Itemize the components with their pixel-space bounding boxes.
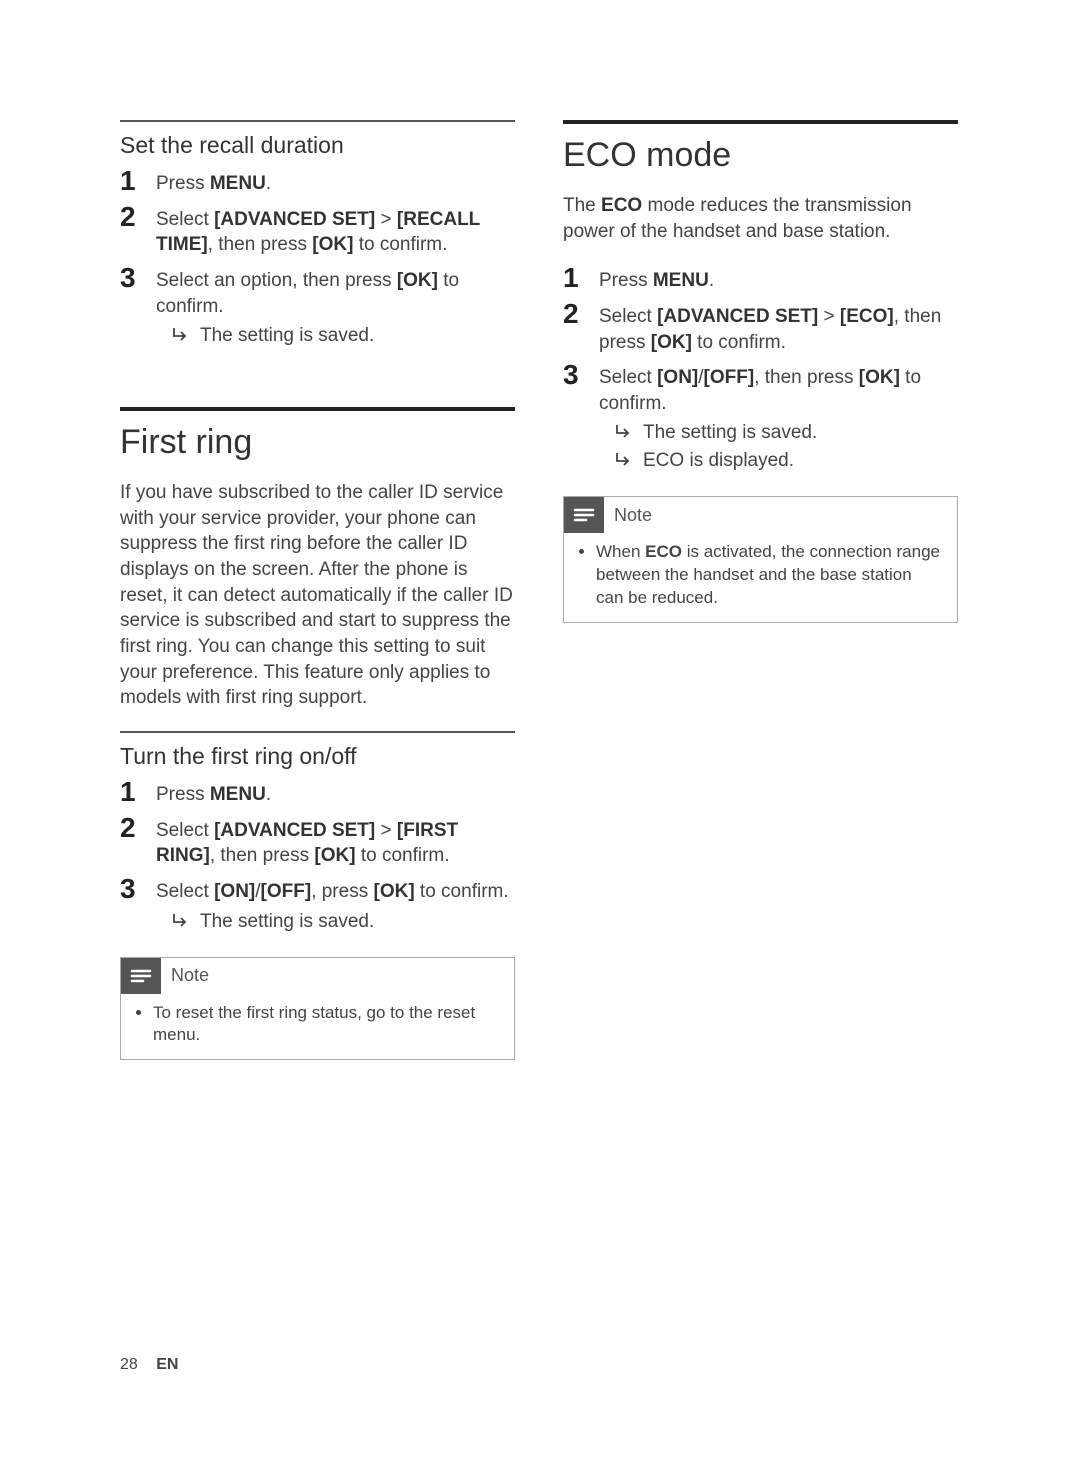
step-row: 2 Select [ADVANCED SET] > [FIRST RING], … — [120, 814, 515, 869]
step-number: 3 — [120, 264, 142, 292]
step-number: 2 — [563, 300, 585, 328]
note-header: Note — [121, 958, 514, 994]
step-text: Select [ON]/[OFF], press [OK] to confirm… — [156, 875, 515, 905]
step-result: The setting is saved. — [172, 325, 515, 347]
step-text: Press MENU. — [156, 167, 515, 197]
step-number: 1 — [120, 167, 142, 195]
step-number: 2 — [120, 814, 142, 842]
manual-page: Set the recall duration 1 Press MENU. 2 … — [0, 0, 1080, 1460]
divider — [120, 407, 515, 411]
step-text: Select [ADVANCED SET] > [RECALL TIME], t… — [156, 203, 515, 258]
step-row: 1 Press MENU. — [120, 778, 515, 808]
note-label: Note — [614, 505, 652, 526]
first-ring-heading: First ring — [120, 423, 515, 462]
note-body: When ECO is activated, the connection ra… — [564, 533, 957, 622]
right-column: ECO mode The ECO mode reduces the transm… — [563, 120, 958, 1060]
step-text: Select [ON]/[OFF], then press [OK] to co… — [599, 361, 958, 416]
eco-paragraph: The ECO mode reduces the transmission po… — [563, 193, 958, 244]
eco-steps: 1 Press MENU. 2 Select [ADVANCED SET] > … — [563, 264, 958, 472]
step-row: 3 Select [ON]/[OFF], press [OK] to confi… — [120, 875, 515, 905]
divider — [120, 120, 515, 122]
first-ring-paragraph: If you have subscribed to the caller ID … — [120, 480, 515, 711]
result-arrow-icon — [615, 450, 633, 468]
recall-duration-title: Set the recall duration — [120, 132, 515, 159]
step-row: 1 Press MENU. — [120, 167, 515, 197]
step-row: 1 Press MENU. — [563, 264, 958, 294]
note-body: To reset the first ring status, go to th… — [121, 994, 514, 1060]
result-arrow-icon — [172, 911, 190, 929]
step-text: Select an option, then press [OK] to con… — [156, 264, 515, 319]
result-text: The setting is saved. — [643, 422, 817, 444]
step-text: Press MENU. — [599, 264, 958, 294]
note-header: Note — [564, 497, 957, 533]
step-number: 1 — [563, 264, 585, 292]
step-text: Select [ADVANCED SET] > [FIRST RING], th… — [156, 814, 515, 869]
page-number: 28 — [120, 1356, 138, 1373]
result-arrow-icon — [615, 422, 633, 440]
first-ring-sub-title: Turn the first ring on/off — [120, 743, 515, 770]
page-footer: 28 EN — [120, 1356, 178, 1374]
step-result: ECO is displayed. — [615, 450, 958, 472]
step-result: The setting is saved. — [615, 422, 958, 444]
step-text: Press MENU. — [156, 778, 515, 808]
step-row: 3 Select an option, then press [OK] to c… — [120, 264, 515, 319]
note-item: When ECO is activated, the connection ra… — [596, 541, 943, 610]
recall-steps: 1 Press MENU. 2 Select [ADVANCED SET] > … — [120, 167, 515, 347]
page-language: EN — [156, 1356, 178, 1373]
note-item: To reset the first ring status, go to th… — [153, 1002, 500, 1048]
step-row: 3 Select [ON]/[OFF], then press [OK] to … — [563, 361, 958, 416]
result-text: The setting is saved. — [200, 911, 374, 933]
step-number: 1 — [120, 778, 142, 806]
note-box: Note To reset the first ring status, go … — [120, 957, 515, 1061]
step-number: 2 — [120, 203, 142, 231]
step-row: 2 Select [ADVANCED SET] > [ECO], then pr… — [563, 300, 958, 355]
result-arrow-icon — [172, 325, 190, 343]
step-number: 3 — [120, 875, 142, 903]
step-text: Select [ADVANCED SET] > [ECO], then pres… — [599, 300, 958, 355]
eco-mode-heading: ECO mode — [563, 136, 958, 175]
step-number: 3 — [563, 361, 585, 389]
note-icon — [564, 497, 604, 533]
left-column: Set the recall duration 1 Press MENU. 2 … — [120, 120, 515, 1060]
note-box: Note When ECO is activated, the connecti… — [563, 496, 958, 623]
step-result: The setting is saved. — [172, 911, 515, 933]
result-text: ECO is displayed. — [643, 450, 794, 472]
note-label: Note — [171, 965, 209, 986]
step-row: 2 Select [ADVANCED SET] > [RECALL TIME],… — [120, 203, 515, 258]
note-icon — [121, 958, 161, 994]
divider — [120, 731, 515, 733]
result-text: The setting is saved. — [200, 325, 374, 347]
first-ring-steps: 1 Press MENU. 2 Select [ADVANCED SET] > … — [120, 778, 515, 933]
divider — [563, 120, 958, 124]
